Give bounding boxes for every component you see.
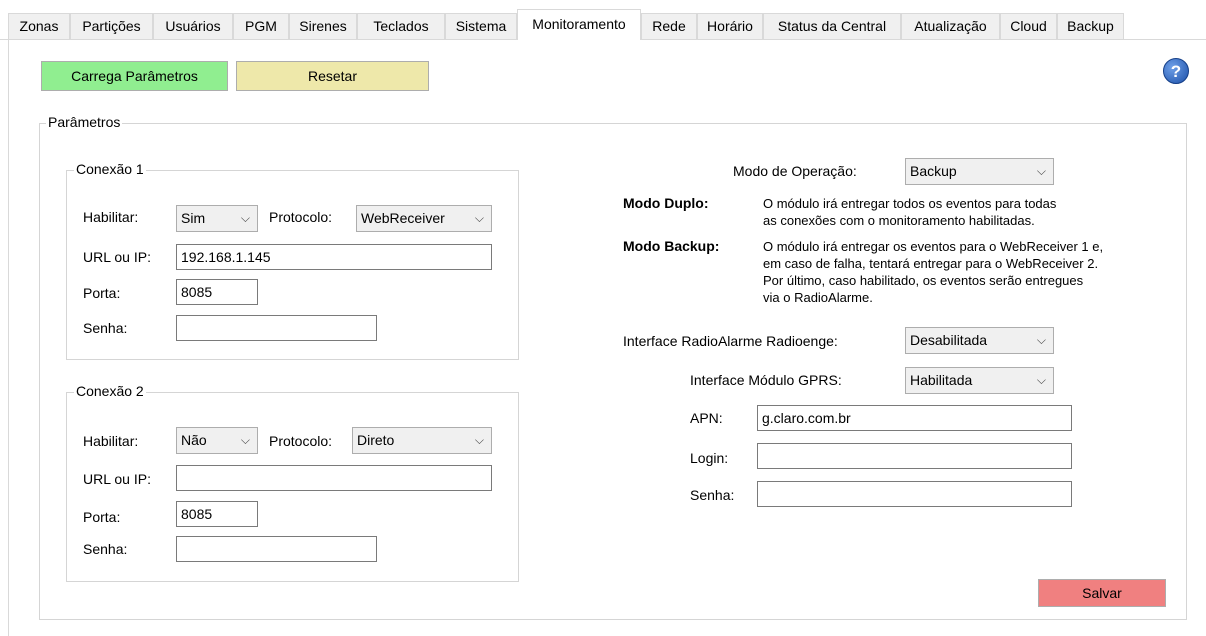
dual-mode-desc-2: as conexões com o monitoramento habilita… bbox=[763, 213, 1035, 228]
conn2-enable-value: Não bbox=[181, 432, 207, 448]
radio-interface-value: Desabilitada bbox=[910, 332, 988, 348]
conn2-url-label: URL ou IP: bbox=[83, 471, 151, 487]
conn2-password-label: Senha: bbox=[83, 541, 128, 557]
chevron-down-icon: ⌵ bbox=[1036, 373, 1046, 387]
conn1-port-input[interactable]: 8085 bbox=[176, 279, 258, 305]
tab-particoes[interactable]: Partições bbox=[70, 13, 153, 39]
login-label: Login: bbox=[690, 450, 729, 466]
tab-usuarios[interactable]: Usuários bbox=[153, 13, 233, 39]
conn1-url-input[interactable]: 192.168.1.145 bbox=[176, 244, 492, 270]
conn2-enable-label: Habilitar: bbox=[83, 433, 139, 449]
chevron-down-icon: ⌵ bbox=[1036, 164, 1046, 178]
tab-pgm[interactable]: PGM bbox=[233, 13, 289, 39]
login-input[interactable] bbox=[757, 443, 1072, 469]
conn2-url-input[interactable] bbox=[176, 465, 492, 491]
backup-mode-desc-1: O módulo irá entregar os eventos para o … bbox=[763, 239, 1104, 254]
radio-interface-label: Interface RadioAlarme Radioenge: bbox=[623, 333, 838, 349]
conn1-enable-select[interactable]: Sim ⌵ bbox=[176, 205, 258, 232]
chevron-down-icon: ⌵ bbox=[474, 433, 484, 447]
conn1-protocol-select[interactable]: WebReceiver ⌵ bbox=[356, 205, 492, 232]
help-icon[interactable]: ? bbox=[1163, 58, 1189, 84]
conn2-password-input[interactable] bbox=[176, 536, 377, 562]
conn2-port-input[interactable]: 8085 bbox=[176, 501, 258, 527]
conn2-protocol-value: Direto bbox=[357, 432, 395, 448]
connection-1-title: Conexão 1 bbox=[74, 161, 146, 177]
dual-mode-title: Modo Duplo: bbox=[623, 195, 709, 211]
chevron-down-icon: ⌵ bbox=[474, 211, 484, 225]
conn2-port-label: Porta: bbox=[83, 509, 121, 525]
reset-button[interactable]: Resetar bbox=[236, 61, 429, 91]
apn-input[interactable]: g.claro.com.br bbox=[757, 405, 1072, 431]
tab-rede[interactable]: Rede bbox=[641, 13, 697, 39]
apn-label: APN: bbox=[690, 410, 723, 426]
parameters-legend: Parâmetros bbox=[46, 114, 123, 130]
backup-mode-desc-3: Por último, caso habilitado, os eventos … bbox=[763, 273, 1084, 288]
chevron-down-icon: ⌵ bbox=[1036, 333, 1046, 347]
backup-mode-desc-4: via o RadioAlarme. bbox=[763, 290, 873, 305]
connection-2-title: Conexão 2 bbox=[74, 383, 146, 399]
tab-cloud[interactable]: Cloud bbox=[1000, 13, 1057, 39]
gprs-password-input[interactable] bbox=[757, 481, 1072, 507]
conn1-password-label: Senha: bbox=[83, 320, 128, 336]
chevron-down-icon: ⌵ bbox=[240, 433, 250, 447]
chevron-down-icon: ⌵ bbox=[240, 211, 250, 225]
dual-mode-desc-1: O módulo irá entregar todos os eventos p… bbox=[763, 196, 1057, 211]
mode-value: Backup bbox=[910, 163, 957, 179]
gprs-interface-value: Habilitada bbox=[910, 372, 973, 388]
save-button[interactable]: Salvar bbox=[1038, 579, 1166, 607]
radio-interface-select[interactable]: Desabilitada ⌵ bbox=[905, 327, 1054, 354]
gprs-interface-label: Interface Módulo GPRS: bbox=[690, 372, 842, 388]
tab-teclados[interactable]: Teclados bbox=[357, 13, 445, 39]
gprs-interface-select[interactable]: Habilitada ⌵ bbox=[905, 367, 1054, 394]
conn1-protocol-value: WebReceiver bbox=[361, 210, 445, 226]
conn2-protocol-label: Protocolo: bbox=[269, 433, 333, 449]
conn2-protocol-select[interactable]: Direto ⌵ bbox=[352, 427, 492, 454]
backup-mode-title: Modo Backup: bbox=[623, 238, 720, 254]
load-parameters-button[interactable]: Carrega Parâmetros bbox=[41, 61, 228, 91]
conn1-enable-value: Sim bbox=[181, 210, 206, 226]
tab-status-da-central[interactable]: Status da Central bbox=[763, 13, 901, 39]
conn1-password-input[interactable] bbox=[176, 315, 377, 341]
gprs-password-label: Senha: bbox=[690, 487, 735, 503]
conn2-enable-select[interactable]: Não ⌵ bbox=[176, 427, 258, 454]
conn1-port-label: Porta: bbox=[83, 285, 121, 301]
mode-select[interactable]: Backup ⌵ bbox=[905, 158, 1054, 185]
tab-backup[interactable]: Backup bbox=[1057, 13, 1124, 39]
tab-zonas[interactable]: Zonas bbox=[8, 13, 70, 39]
tab-horario[interactable]: Horário bbox=[697, 13, 763, 39]
tab-sistema[interactable]: Sistema bbox=[445, 13, 517, 39]
tab-monitoramento[interactable]: Monitoramento bbox=[517, 9, 641, 40]
backup-mode-desc-2: em caso de falha, tentará entregar para … bbox=[763, 256, 1099, 271]
tab-sirenes[interactable]: Sirenes bbox=[289, 13, 357, 39]
conn1-url-label: URL ou IP: bbox=[83, 249, 151, 265]
mode-label: Modo de Operação: bbox=[733, 163, 857, 179]
conn1-enable-label: Habilitar: bbox=[83, 209, 139, 225]
tab-atualizacao[interactable]: Atualização bbox=[901, 13, 1000, 39]
conn1-protocol-label: Protocolo: bbox=[269, 209, 333, 225]
